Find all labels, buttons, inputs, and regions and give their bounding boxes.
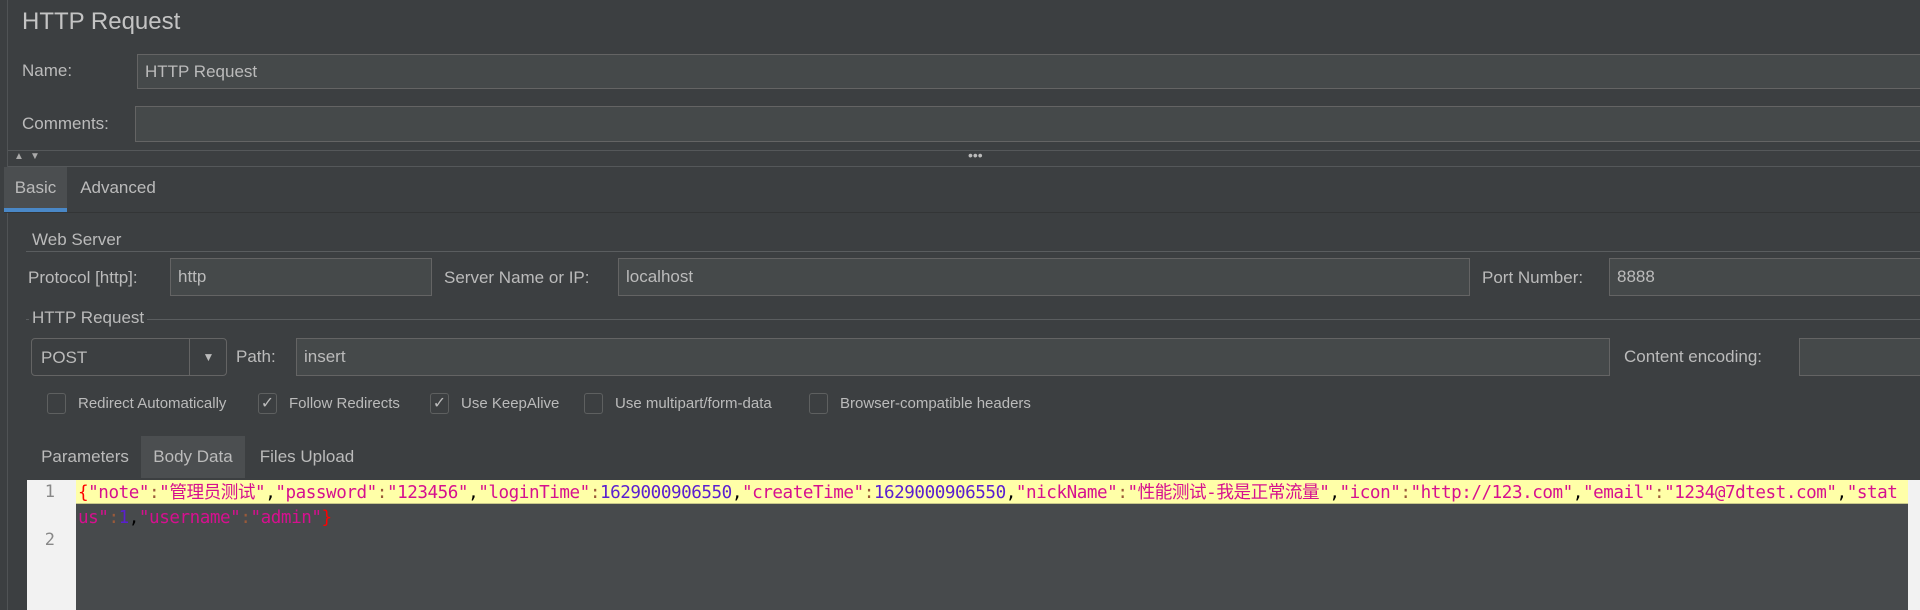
checkbox-label: Follow Redirects	[289, 395, 400, 412]
json-string: "1234@7dtest.com"	[1664, 483, 1837, 503]
http-request-rule	[26, 319, 1920, 320]
port-input[interactable]: 8888	[1609, 258, 1920, 296]
comments-label: Comments:	[22, 114, 109, 133]
json-punct: :	[1653, 483, 1665, 503]
line-number-gutter: 1 2	[27, 480, 76, 610]
name-value: HTTP Request	[145, 61, 258, 81]
json-brace: }	[321, 508, 333, 528]
checkbox-use-keepalive[interactable]: ✓	[430, 393, 449, 414]
dropdown-arrow-icon[interactable]: ▼	[189, 339, 227, 375]
collapse-up-icon[interactable]: ▲	[14, 151, 24, 162]
json-number: 1629000906550	[873, 483, 1006, 503]
web-server-rule	[26, 251, 1920, 252]
panel-title: HTTP Request	[22, 8, 181, 35]
content-encoding-label: Content encoding:	[1624, 347, 1762, 366]
checkbox-label: Redirect Automatically	[78, 395, 227, 412]
json-string: "nickName"	[1015, 483, 1118, 503]
json-punct: :	[1117, 483, 1128, 503]
subtab-body-data[interactable]: Body Data	[141, 436, 245, 478]
checkbox-use-multipart-form-data[interactable]	[584, 393, 603, 414]
protocol-label: Protocol [http]:	[28, 268, 138, 287]
json-punct: ,	[128, 508, 140, 528]
json-punct: ,	[731, 483, 743, 503]
method-select[interactable]: POST ▼	[31, 338, 227, 376]
checkbox-label: Use multipart/form-data	[615, 395, 772, 412]
json-string: "email"	[1582, 483, 1654, 503]
json-string: "http://123.com"	[1410, 483, 1574, 503]
server-name-value: localhost	[626, 267, 694, 286]
tab-advanced[interactable]: Advanced	[70, 167, 166, 208]
method-value: POST	[41, 348, 88, 367]
json-string: "password"	[275, 483, 377, 503]
path-value: insert	[304, 347, 346, 366]
json-string: "note"	[88, 483, 150, 503]
subtab-parameters-label: Parameters	[41, 447, 129, 466]
http-request-legend: HTTP Request	[29, 308, 148, 328]
web-server-legend: Web Server	[29, 230, 125, 250]
splitter[interactable]: ▲ ▼ •••	[8, 147, 1920, 167]
json-punct: ,	[1836, 483, 1848, 503]
json-punct: :	[108, 508, 119, 528]
json-string: "管理员测试"	[159, 483, 266, 503]
comments-input[interactable]	[135, 106, 1920, 142]
protocol-value: http	[178, 267, 207, 286]
path-label: Path:	[236, 347, 276, 366]
port-label: Port Number:	[1482, 268, 1584, 287]
json-punct: ,	[1329, 483, 1340, 503]
json-punct: :	[1400, 483, 1411, 503]
checkbox-browser-compatible-headers[interactable]	[809, 393, 828, 414]
json-brace: {	[78, 483, 89, 503]
checkbox-label: Browser-compatible headers	[840, 395, 1031, 412]
json-string: "性能测试-我是正常流量"	[1127, 483, 1330, 503]
json-punct: :	[376, 483, 388, 503]
json-punct: :	[589, 483, 601, 503]
subtab-body-data-label: Body Data	[153, 447, 233, 466]
json-punct: :	[149, 483, 160, 503]
left-border	[7, 0, 8, 610]
json-string: "loginTime"	[478, 483, 590, 503]
collapse-down-icon[interactable]: ▼	[30, 151, 40, 162]
checkbox-redirect-automatically[interactable]	[47, 393, 66, 414]
tab-divider	[4, 212, 1920, 213]
server-name-label: Server Name or IP:	[444, 268, 590, 287]
check-icon: ✓	[260, 395, 275, 412]
editor-scroll-edge	[1908, 480, 1920, 610]
content-encoding-input[interactable]	[1799, 338, 1920, 376]
name-input[interactable]: HTTP Request	[137, 54, 1920, 89]
json-punct: ,	[1005, 483, 1017, 503]
json-string: "123456"	[386, 483, 469, 503]
json-punct: :	[863, 483, 875, 503]
json-punct: ,	[1572, 483, 1584, 503]
name-label: Name:	[22, 61, 73, 80]
json-punct: ,	[468, 483, 479, 503]
subtab-files-upload-label: Files Upload	[259, 447, 355, 466]
subtab-files-upload[interactable]: Files Upload	[247, 436, 367, 478]
tab-basic[interactable]: Basic	[4, 167, 67, 212]
json-string: "createTime"	[741, 483, 864, 503]
json-punct: ,	[265, 483, 276, 503]
check-icon: ✓	[432, 395, 447, 412]
subtab-parameters[interactable]: Parameters	[33, 436, 137, 478]
json-number: 1629000906550	[599, 483, 732, 503]
tab-advanced-label: Advanced	[80, 177, 156, 197]
path-input[interactable]: insert	[296, 338, 1610, 376]
body-data-code: {"note":"管理员测试","password":"123456","log…	[78, 481, 1906, 531]
checkbox-follow-redirects[interactable]: ✓	[258, 393, 277, 414]
checkbox-label: Use KeepAlive	[461, 395, 560, 412]
json-string: "icon"	[1339, 483, 1401, 503]
json-string: "admin"	[250, 508, 322, 528]
line-number: 2	[44, 530, 55, 550]
json-string: "username"	[138, 508, 241, 528]
splitter-handle-icon[interactable]: •••	[968, 147, 983, 163]
port-value: 8888	[1617, 267, 1655, 286]
line-number: 1	[44, 482, 55, 502]
tab-basic-label: Basic	[14, 177, 57, 197]
json-punct: :	[240, 508, 251, 528]
body-data-editor[interactable]: 1 2 {"note":"管理员测试","password":"123456",…	[27, 480, 1908, 610]
protocol-input[interactable]: http	[170, 258, 432, 296]
json-number: 1	[118, 508, 130, 528]
server-name-input[interactable]: localhost	[618, 258, 1470, 296]
